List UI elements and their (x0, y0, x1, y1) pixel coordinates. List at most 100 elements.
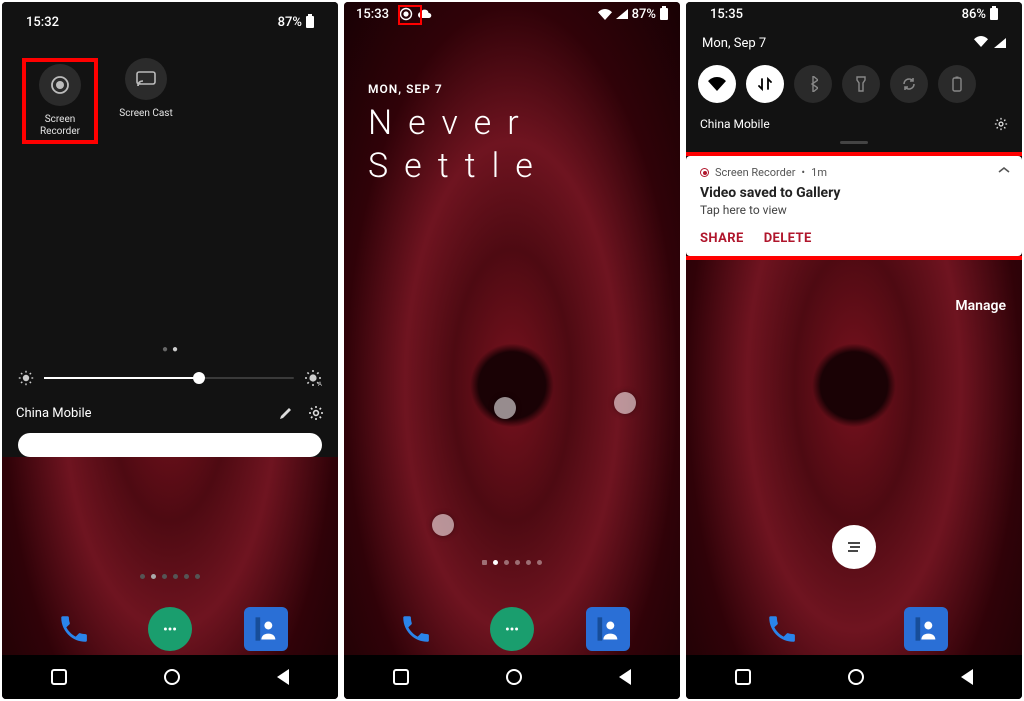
qs-tile-screen-cast[interactable]: Screen Cast (114, 58, 178, 144)
brightness-slider[interactable]: A (14, 369, 326, 401)
widget-button[interactable] (832, 525, 876, 569)
qs-tile-screen-recorder[interactable]: Screen Recorder (28, 64, 92, 138)
navigation-bar (686, 655, 1022, 699)
carrier-label: China Mobile (700, 117, 770, 131)
nav-recent-button[interactable] (51, 669, 67, 685)
wifi-icon (598, 9, 612, 20)
notification-header: Screen Recorder • 1m (700, 166, 1008, 179)
shade-handle[interactable] (840, 141, 868, 144)
messages-app-icon[interactable] (148, 607, 192, 651)
qs-row (698, 65, 1010, 115)
shade-date-row: Mon, Sep 7 (698, 26, 1010, 65)
notification-collapsed[interactable] (18, 433, 322, 457)
home-page-indicator (344, 550, 680, 569)
brightness-auto-icon: A (304, 369, 322, 387)
status-bar: 15:33 87% (344, 2, 680, 26)
contacts-app-icon[interactable] (244, 607, 288, 651)
qs-tiles: Screen Recorder Screen Cast (14, 34, 326, 174)
settings-gear-icon[interactable] (308, 405, 324, 421)
touch-indicator (432, 514, 454, 536)
qs-flashlight[interactable] (842, 65, 880, 103)
chevron-up-icon[interactable] (998, 166, 1010, 174)
highlight-screen-recorder: Screen Recorder (22, 58, 98, 144)
phone-app-icon[interactable] (760, 607, 804, 651)
brightness-low-icon (18, 370, 34, 386)
nav-home-button[interactable] (164, 669, 180, 685)
widget-date: MON, SEP 7 (368, 82, 549, 96)
qs-mobile-data[interactable] (746, 65, 784, 103)
qs-battery-saver[interactable] (938, 65, 976, 103)
nav-back-button[interactable] (277, 669, 289, 685)
brightness-track[interactable] (44, 377, 294, 379)
widget-line1: Never (368, 102, 549, 145)
qs-rotation[interactable] (890, 65, 928, 103)
nav-home-button[interactable] (848, 669, 864, 685)
notification-card[interactable]: Screen Recorder • 1m Video saved to Gall… (686, 156, 1022, 256)
qs-tile-label: Screen Recorder (28, 114, 92, 138)
record-icon (39, 64, 81, 106)
navigation-bar (2, 655, 338, 699)
contacts-app-icon[interactable] (904, 607, 948, 651)
record-icon (700, 168, 709, 177)
notification-shade: 15:35 86% Mon, Sep 7 (686, 2, 1022, 152)
share-button[interactable]: SHARE (700, 231, 744, 246)
status-icons (974, 36, 1006, 51)
phone-panel-3: 15:35 86% Mon, Sep 7 (686, 2, 1022, 699)
notification-title: Video saved to Gallery (700, 185, 1008, 201)
battery-icon (990, 8, 998, 20)
notification-app: Screen Recorder (715, 166, 795, 179)
signal-icon (616, 9, 628, 19)
nav-recent-button[interactable] (393, 669, 409, 685)
clock: 15:32 (26, 15, 59, 30)
status-bar: 15:35 86% (698, 2, 1010, 26)
contacts-app-icon[interactable] (586, 607, 630, 651)
settings-gear-icon[interactable] (994, 117, 1008, 131)
battery-percent: 87% (632, 7, 656, 22)
nav-back-button[interactable] (619, 669, 631, 685)
manage-button[interactable]: Manage (955, 298, 1006, 314)
dock (344, 607, 680, 651)
delete-button[interactable]: DELETE (764, 231, 812, 246)
notification-actions: SHARE DELETE (700, 231, 1008, 246)
battery-percent: 87% (278, 15, 302, 30)
phone-panel-1: 15:32 87% Screen Recorder (2, 2, 338, 699)
carrier-row: China Mobile (14, 401, 326, 433)
never-settle-widget: MON, SEP 7 Never Settle (368, 82, 549, 187)
clock: 15:35 (710, 7, 743, 22)
status-right: 87% (598, 7, 668, 22)
battery-icon (306, 16, 314, 28)
nav-back-button[interactable] (961, 669, 973, 685)
clock: 15:33 (356, 7, 389, 22)
home-page-indicator (2, 564, 338, 583)
qs-bluetooth[interactable] (794, 65, 832, 103)
touch-indicator (494, 397, 516, 419)
carrier-label: China Mobile (16, 406, 92, 421)
widget-line2: Settle (368, 145, 549, 188)
cast-icon (125, 58, 167, 100)
shade-date: Mon, Sep 7 (702, 36, 766, 51)
svg-text:A: A (318, 381, 322, 387)
phone-panel-2: 15:33 87% MON, SEP 7 Never Settle (344, 2, 680, 699)
phone-app-icon[interactable] (52, 607, 96, 651)
status-bar: 15:32 87% (14, 10, 326, 34)
dock (2, 607, 338, 651)
qs-tile-label: Screen Cast (119, 108, 172, 120)
nav-home-button[interactable] (506, 669, 522, 685)
nav-recent-button[interactable] (735, 669, 751, 685)
qs-page-indicator: ●● (14, 344, 326, 355)
battery-icon (660, 8, 668, 20)
highlight-record-indicator (398, 5, 422, 25)
dock (686, 607, 1022, 651)
edit-icon[interactable] (278, 405, 294, 421)
touch-indicator (614, 392, 636, 414)
status-right: 86% (962, 7, 998, 22)
carrier-row: China Mobile (698, 115, 1010, 141)
qs-wifi[interactable] (698, 65, 736, 103)
quick-settings-panel: 15:32 87% Screen Recorder (2, 2, 338, 457)
messages-app-icon[interactable] (490, 607, 534, 651)
notification-subtitle: Tap here to view (700, 203, 1008, 217)
highlight-notification: Screen Recorder • 1m Video saved to Gall… (686, 152, 1022, 260)
phone-app-icon[interactable] (394, 607, 438, 651)
notification-age: 1m (811, 166, 827, 179)
navigation-bar (344, 655, 680, 699)
